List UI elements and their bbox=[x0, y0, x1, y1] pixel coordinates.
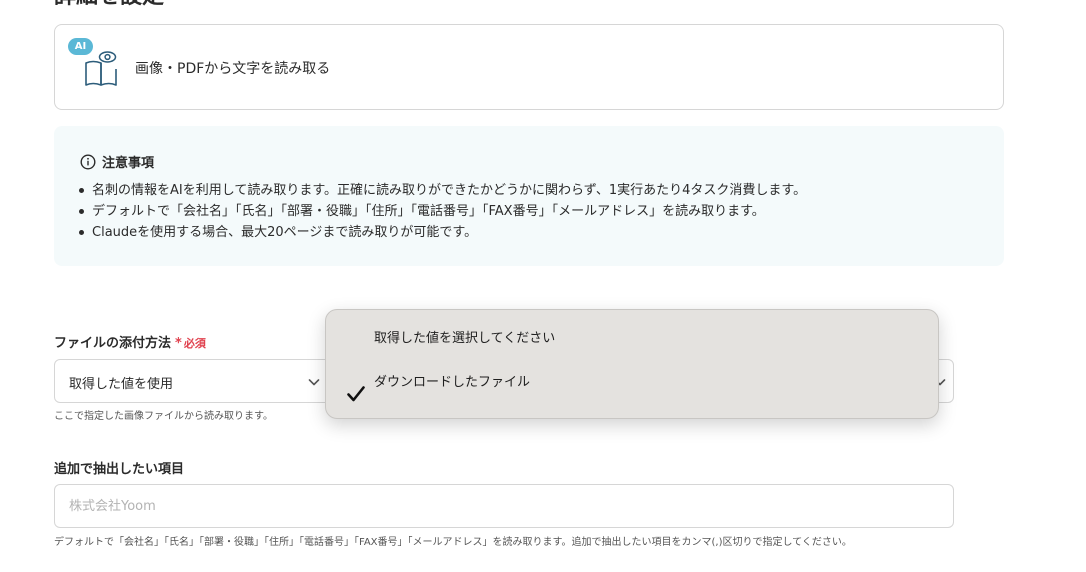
section-heading: 詳細を設定 bbox=[54, 0, 164, 8]
notice-title: 注意事項 bbox=[102, 156, 155, 171]
file-method-label: ファイルの添付方法 * 必須 bbox=[54, 332, 206, 351]
extra-fields-help: デフォルトで「会社名」「氏名」「部署・役職」「住所」「電話番号」「FAX番号」「… bbox=[54, 537, 852, 548]
extra-fields-input[interactable] bbox=[54, 484, 954, 528]
dropdown-option-label: 取得した値を選択してください bbox=[374, 331, 556, 346]
dropdown-option[interactable]: 取得した値を選択してください bbox=[326, 324, 938, 364]
notice-list: 名刺の情報をAIを利用して読み取ります。正確に読み取りができたかどうかに関わらず… bbox=[78, 180, 806, 243]
dropdown-option-selected[interactable]: ダウンロードしたファイル bbox=[326, 368, 938, 408]
notice-box: 注意事項 名刺の情報をAIを利用して読み取ります。正確に読み取りができたかどうか… bbox=[54, 126, 1004, 266]
settings-page: 詳細を設定 AI 画像・PDFから文字を読み取る 注意事項 名刺の情報をAIを利… bbox=[0, 0, 1086, 572]
file-method-help: ここで指定した画像ファイルから読み取ります。 bbox=[54, 411, 273, 422]
list-item: 名刺の情報をAIを利用して読み取ります。正確に読み取りができたかどうかに関わらず… bbox=[78, 180, 806, 201]
extra-fields-label: 追加で抽出したい項目 bbox=[54, 462, 185, 477]
action-label: 画像・PDFから文字を読み取る bbox=[135, 61, 331, 77]
file-method-dropdown: 取得した値を選択してください ダウンロードしたファイル bbox=[325, 309, 939, 419]
dropdown-option-label: ダウンロードしたファイル bbox=[374, 375, 531, 390]
info-icon bbox=[80, 153, 96, 170]
list-item: デフォルトで「会社名」「氏名」「部署・役職」「住所」「電話番号」「FAX番号」「… bbox=[78, 201, 806, 222]
required-text: 必須 bbox=[183, 337, 206, 350]
list-item: Claudeを使用する場合、最大20ページまで読み取りが可能です。 bbox=[78, 222, 806, 243]
chevron-down-icon bbox=[308, 379, 320, 386]
action-card[interactable]: AI 画像・PDFから文字を読み取る bbox=[54, 24, 1004, 110]
ai-badge: AI bbox=[68, 38, 93, 55]
file-method-label-text: ファイルの添付方法 bbox=[54, 336, 172, 351]
required-mark: * bbox=[175, 336, 182, 351]
file-method-value: 取得した値を使用 bbox=[69, 377, 174, 392]
checkmark-icon bbox=[347, 386, 365, 402]
notice-title-row: 注意事項 bbox=[80, 152, 154, 171]
book-eye-icon bbox=[85, 51, 117, 86]
